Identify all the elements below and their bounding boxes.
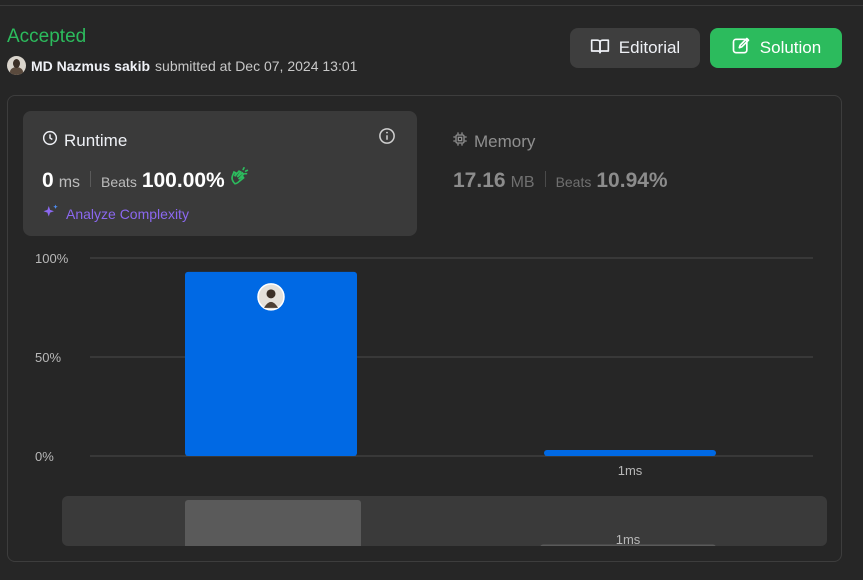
- y-tick-label: 50%: [35, 350, 61, 365]
- submission-status: Accepted: [7, 26, 87, 47]
- user-avatar[interactable]: [7, 56, 26, 75]
- overview-tick-label: 1ms: [616, 532, 641, 546]
- solution-button[interactable]: Solution: [710, 28, 842, 68]
- avatar-head: [266, 289, 276, 299]
- submitter-info: MD Nazmus sakib submitted at Dec 07, 202…: [7, 56, 357, 75]
- runtime-distribution-chart[interactable]: 100% 50% 0% 1ms: [8, 96, 843, 563]
- editorial-button[interactable]: Editorial: [570, 28, 700, 68]
- chart-overview-strip[interactable]: 1ms: [62, 496, 827, 546]
- submitted-timestamp: submitted at Dec 07, 2024 13:01: [155, 57, 358, 74]
- solution-label: Solution: [759, 38, 822, 57]
- y-tick-label: 0%: [35, 449, 54, 464]
- overview-bar: [185, 500, 361, 546]
- y-tick-label: 100%: [35, 251, 69, 266]
- runtime-bar[interactable]: [544, 450, 716, 456]
- edit-pencil-icon: [731, 36, 751, 61]
- x-tick-label: 1ms: [618, 463, 643, 478]
- performance-panel: Runtime 0 ms Beats 100.00% Analyze Compl…: [7, 95, 842, 562]
- editorial-label: Editorial: [618, 38, 681, 57]
- book-open-icon: [590, 36, 610, 61]
- submission-result-page: Accepted MD Nazmus sakib submitted at De…: [0, 6, 863, 580]
- username-link[interactable]: MD Nazmus sakib: [31, 58, 150, 74]
- overview-chart[interactable]: 1ms: [62, 496, 827, 546]
